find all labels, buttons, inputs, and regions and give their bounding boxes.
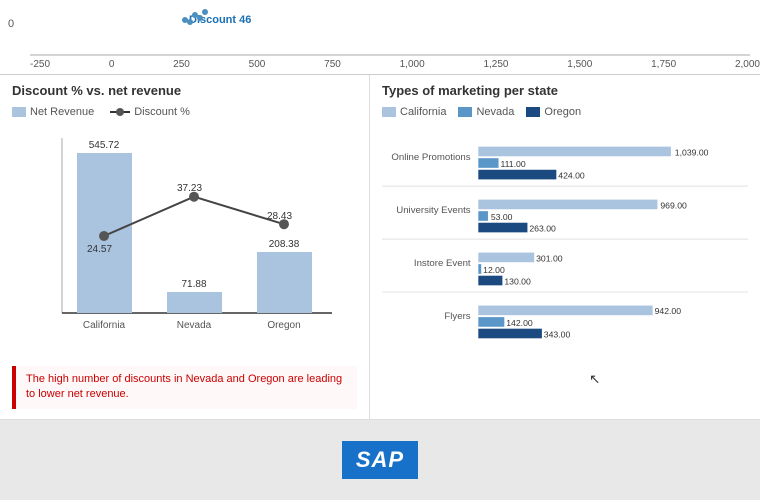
bar-nevada xyxy=(167,292,222,313)
right-panel-title: Types of marketing per state xyxy=(382,83,748,98)
legend-net-revenue-label: Net Revenue xyxy=(30,106,94,118)
svg-text:142.00: 142.00 xyxy=(506,318,533,328)
svg-text:24.57: 24.57 xyxy=(87,244,112,255)
svg-text:California: California xyxy=(83,320,126,331)
flyers-nv-bar xyxy=(478,317,504,327)
rl-oregon-label: Oregon xyxy=(544,106,581,118)
svg-text:Flyers: Flyers xyxy=(444,311,470,322)
scatter-plot xyxy=(30,0,750,65)
left-panel: Discount % vs. net revenue Net Revenue D… xyxy=(0,75,370,419)
svg-text:301.00: 301.00 xyxy=(536,253,563,263)
x-axis-top: -250 0 250 500 750 1,000 1,250 1,500 1,7… xyxy=(30,59,760,70)
svg-text:Oregon: Oregon xyxy=(267,320,300,331)
svg-text:111.00: 111.00 xyxy=(500,159,525,169)
bar-chart-svg: 545.72 71.88 208.38 24.57 37.23 28.43 Ca… xyxy=(12,128,352,358)
online-ca-bar xyxy=(478,147,671,157)
univ-ca-bar xyxy=(478,200,657,210)
svg-text:130.00: 130.00 xyxy=(504,276,531,286)
svg-text:University Events: University Events xyxy=(396,205,471,216)
rl-california-label: California xyxy=(400,106,446,118)
sap-logo: SAP xyxy=(342,441,418,479)
rl-nevada: Nevada xyxy=(458,106,514,118)
insight-box: The high number of discounts in Nevada a… xyxy=(12,366,357,409)
dot-california xyxy=(99,231,109,241)
online-nv-bar xyxy=(478,158,498,168)
rl-california-box xyxy=(382,107,396,117)
top-scatter-area: 0 Discount 46 -250 0 250 500 750 1,000 1… xyxy=(0,0,760,75)
left-legend: Net Revenue Discount % xyxy=(12,106,357,118)
right-panel: Types of marketing per state California … xyxy=(370,75,760,419)
svg-text:37.23: 37.23 xyxy=(177,183,202,194)
rl-california: California xyxy=(382,106,446,118)
svg-text:208.38: 208.38 xyxy=(269,239,300,250)
instore-nv-bar xyxy=(478,264,481,274)
legend-discount-label: Discount % xyxy=(134,106,190,118)
instore-ca-bar xyxy=(478,253,534,263)
svg-text:343.00: 343.00 xyxy=(544,329,571,339)
legend-discount: Discount % xyxy=(110,106,190,118)
flyers-or-bar xyxy=(478,329,542,339)
rl-oregon-box xyxy=(526,107,540,117)
instore-or-bar xyxy=(478,276,502,286)
flyers-ca-bar xyxy=(478,306,652,316)
left-panel-title: Discount % vs. net revenue xyxy=(12,83,357,98)
main-content: Discount % vs. net revenue Net Revenue D… xyxy=(0,75,760,420)
svg-text:942.00: 942.00 xyxy=(655,306,682,316)
svg-text:424.00: 424.00 xyxy=(558,170,585,180)
svg-text:263.00: 263.00 xyxy=(529,223,556,233)
univ-nv-bar xyxy=(478,211,488,221)
bar-chart-container: 545.72 71.88 208.38 24.57 37.23 28.43 Ca… xyxy=(12,128,352,358)
svg-text:12.00: 12.00 xyxy=(483,265,505,275)
legend-discount-line xyxy=(110,111,130,113)
y-axis-zero: 0 xyxy=(8,18,14,30)
svg-text:Instore Event: Instore Event xyxy=(414,258,471,269)
svg-text:969.00: 969.00 xyxy=(660,200,687,210)
svg-text:Nevada: Nevada xyxy=(177,320,212,331)
online-or-bar xyxy=(478,170,556,180)
legend-net-revenue: Net Revenue xyxy=(12,106,94,118)
right-legend: California Nevada Oregon xyxy=(382,106,748,118)
h-bar-chart-container: Online Promotions 1,039.00 111.00 424.00… xyxy=(382,128,748,411)
bar-oregon xyxy=(257,252,312,313)
svg-text:28.43: 28.43 xyxy=(267,211,292,222)
h-bar-chart-svg: Online Promotions 1,039.00 111.00 424.00… xyxy=(382,128,748,408)
footer: SAP xyxy=(0,420,760,500)
insight-text: The high number of discounts in Nevada a… xyxy=(26,373,342,400)
rl-nevada-label: Nevada xyxy=(476,106,514,118)
svg-text:1,039.00: 1,039.00 xyxy=(675,147,709,157)
svg-text:71.88: 71.88 xyxy=(181,279,206,290)
svg-text:545.72: 545.72 xyxy=(89,140,120,151)
rl-oregon: Oregon xyxy=(526,106,581,118)
legend-net-revenue-box xyxy=(12,107,26,117)
rl-nevada-box xyxy=(458,107,472,117)
univ-or-bar xyxy=(478,223,527,233)
svg-text:Online Promotions: Online Promotions xyxy=(391,152,470,163)
svg-text:53.00: 53.00 xyxy=(491,212,513,222)
svg-text:↖: ↖ xyxy=(589,372,600,387)
